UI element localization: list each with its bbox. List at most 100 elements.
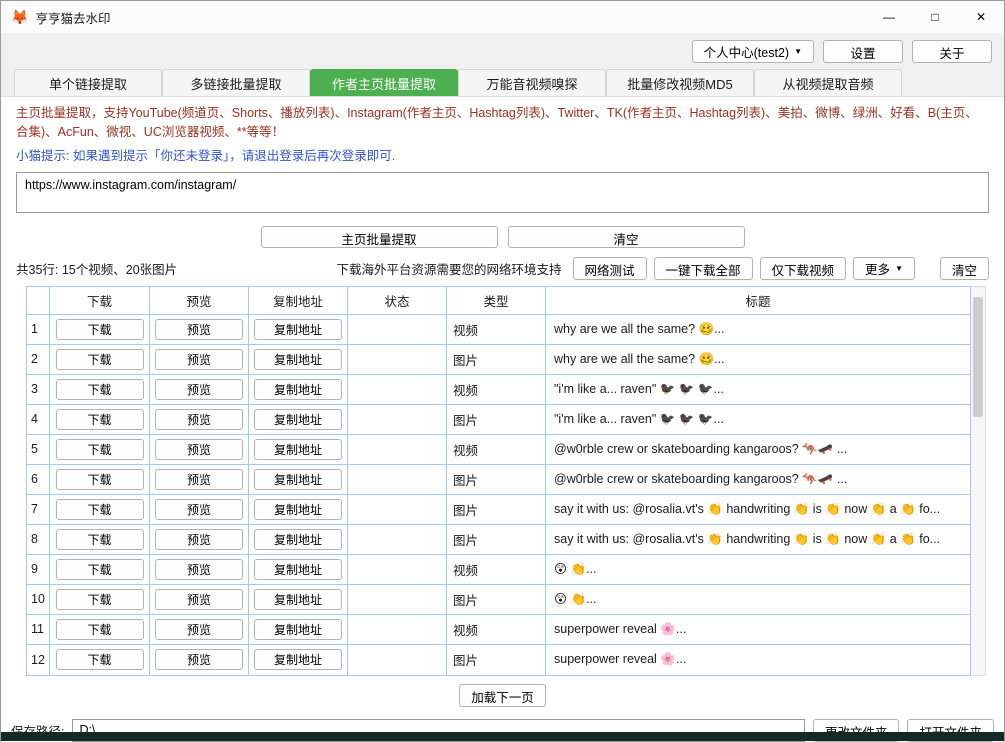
row-index: 11 <box>27 615 50 645</box>
copy-cell: 复制地址 <box>249 525 348 555</box>
download-button[interactable]: 下载 <box>56 439 144 460</box>
table-scrollbar[interactable] <box>971 286 986 676</box>
download-button[interactable]: 下载 <box>56 469 144 490</box>
row-index: 7 <box>27 495 50 525</box>
copy-cell: 复制地址 <box>249 495 348 525</box>
preview-button[interactable]: 预览 <box>155 619 243 640</box>
tab-universal-av-sniffer[interactable]: 万能音视频嗅探 <box>458 69 606 96</box>
copy-address-button[interactable]: 复制地址 <box>254 589 342 610</box>
download-cell: 下载 <box>50 465 150 495</box>
download-button[interactable]: 下载 <box>56 589 144 610</box>
window-controls: — □ ✕ <box>866 1 1004 33</box>
copy-address-button[interactable]: 复制地址 <box>254 439 342 460</box>
table-row: 10下载预览复制地址图片😲 👏... <box>27 585 970 615</box>
user-center-button[interactable]: 个人中心(test2) ▼ <box>692 40 814 63</box>
minimize-button[interactable]: — <box>866 1 912 33</box>
download-video-only-button[interactable]: 仅下载视频 <box>760 257 847 280</box>
preview-button[interactable]: 预览 <box>155 499 243 520</box>
row-index: 4 <box>27 405 50 435</box>
preview-button[interactable]: 预览 <box>155 379 243 400</box>
table-header: 下载 预览 复制地址 状态 类型 标题 <box>27 287 970 315</box>
table-row: 9下载预览复制地址视频😲 👏... <box>27 555 970 585</box>
preview-button[interactable]: 预览 <box>155 529 243 550</box>
download-button[interactable]: 下载 <box>56 649 144 670</box>
preview-cell: 预览 <box>150 495 249 525</box>
copy-address-button[interactable]: 复制地址 <box>254 319 342 340</box>
clear-input-button[interactable]: 清空 <box>508 226 745 248</box>
about-button[interactable]: 关于 <box>912 40 992 63</box>
row-type: 图片 <box>447 645 546 675</box>
homepage-batch-extract-button[interactable]: 主页批量提取 <box>261 226 498 248</box>
download-cell: 下载 <box>50 585 150 615</box>
row-type: 视频 <box>447 435 546 465</box>
copy-cell: 复制地址 <box>249 405 348 435</box>
scrollbar-thumb[interactable] <box>973 297 983 417</box>
settings-button[interactable]: 设置 <box>823 40 903 63</box>
preview-cell: 预览 <box>150 435 249 465</box>
row-status <box>348 345 447 375</box>
copy-address-button[interactable]: 复制地址 <box>254 559 342 580</box>
table-row: 11下载预览复制地址视频superpower reveal 🌸... <box>27 615 970 645</box>
download-cell: 下载 <box>50 495 150 525</box>
copy-address-button[interactable]: 复制地址 <box>254 349 342 370</box>
download-button[interactable]: 下载 <box>56 619 144 640</box>
network-test-button[interactable]: 网络测试 <box>573 257 647 280</box>
copy-address-button[interactable]: 复制地址 <box>254 379 342 400</box>
tab-extract-audio-from-video[interactable]: 从视频提取音频 <box>754 69 902 96</box>
row-title: why are we all the same? 🥴... <box>546 315 970 345</box>
preview-button[interactable]: 预览 <box>155 649 243 670</box>
download-button[interactable]: 下载 <box>56 379 144 400</box>
download-cell: 下载 <box>50 555 150 585</box>
load-next-page-button[interactable]: 加载下一页 <box>459 684 546 707</box>
preview-button[interactable]: 预览 <box>155 319 243 340</box>
maximize-button[interactable]: □ <box>912 1 958 33</box>
copy-address-button[interactable]: 复制地址 <box>254 499 342 520</box>
copy-address-button[interactable]: 复制地址 <box>254 649 342 670</box>
chevron-down-icon: ▼ <box>794 47 802 56</box>
table-row: 4下载预览复制地址图片"i'm like a... raven" 🐦‍⬛ 🐦‍⬛… <box>27 405 970 435</box>
download-button[interactable]: 下载 <box>56 529 144 550</box>
tab-multi-link-batch-extract[interactable]: 多链接批量提取 <box>162 69 310 96</box>
table-row: 12下载预览复制地址图片superpower reveal 🌸... <box>27 645 970 675</box>
app-window: { "window": { "title": "亨亨猫去水印" }, "icon… <box>0 0 1005 742</box>
topbar: 个人中心(test2) ▼ 设置 关于 <box>1 33 1004 69</box>
close-button[interactable]: ✕ <box>958 1 1004 33</box>
header-download: 下载 <box>50 287 150 315</box>
preview-button[interactable]: 预览 <box>155 409 243 430</box>
url-input[interactable]: https://www.instagram.com/instagram/ <box>16 172 989 213</box>
tab-single-link-extract[interactable]: 单个链接提取 <box>14 69 162 96</box>
row-type: 视频 <box>447 315 546 345</box>
tab-batch-modify-video-md5[interactable]: 批量修改视频MD5 <box>606 69 754 96</box>
row-index: 10 <box>27 585 50 615</box>
row-index: 6 <box>27 465 50 495</box>
preview-button[interactable]: 预览 <box>155 469 243 490</box>
row-index: 12 <box>27 645 50 675</box>
header-copy: 复制地址 <box>249 287 348 315</box>
preview-button[interactable]: 预览 <box>155 439 243 460</box>
download-button[interactable]: 下载 <box>56 409 144 430</box>
copy-address-button[interactable]: 复制地址 <box>254 469 342 490</box>
download-button[interactable]: 下载 <box>56 559 144 580</box>
preview-cell: 预览 <box>150 615 249 645</box>
download-button[interactable]: 下载 <box>56 499 144 520</box>
taskbar-strip <box>1 732 1004 741</box>
copy-address-button[interactable]: 复制地址 <box>254 409 342 430</box>
row-type: 图片 <box>447 525 546 555</box>
preview-button[interactable]: 预览 <box>155 349 243 370</box>
preview-button[interactable]: 预览 <box>155 559 243 580</box>
table-row: 7下载预览复制地址图片say it with us: @rosalia.vt's… <box>27 495 970 525</box>
clear-table-button[interactable]: 清空 <box>940 257 989 280</box>
download-cell: 下载 <box>50 645 150 675</box>
row-status <box>348 405 447 435</box>
download-button[interactable]: 下载 <box>56 319 144 340</box>
row-title: say it with us: @rosalia.vt's 👏 handwrit… <box>546 495 970 525</box>
download-button[interactable]: 下载 <box>56 349 144 370</box>
row-status <box>348 465 447 495</box>
tab-author-homepage-batch-extract[interactable]: 作者主页批量提取 <box>310 69 458 96</box>
preview-button[interactable]: 预览 <box>155 589 243 610</box>
copy-address-button[interactable]: 复制地址 <box>254 619 342 640</box>
preview-cell: 预览 <box>150 465 249 495</box>
download-all-button[interactable]: 一键下载全部 <box>654 257 753 280</box>
copy-address-button[interactable]: 复制地址 <box>254 529 342 550</box>
more-button[interactable]: 更多 ▼ <box>853 257 915 280</box>
